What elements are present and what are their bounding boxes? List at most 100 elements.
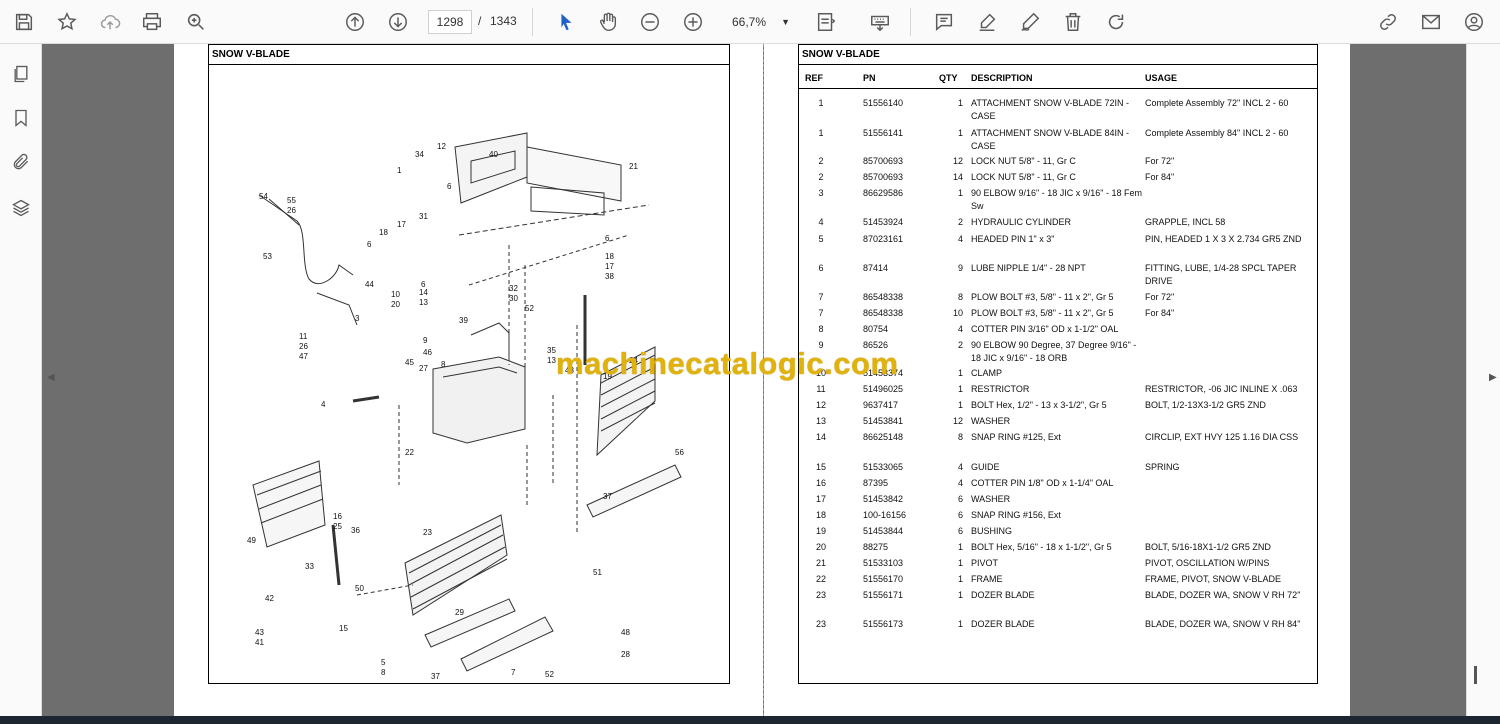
callout: 11: [299, 332, 308, 341]
cell-pn: 51453924: [863, 217, 904, 227]
layers-icon[interactable]: [9, 196, 33, 220]
cell-pn: 86625148: [863, 432, 904, 442]
cell-usage: BOLT, 5/16-18X1-1/2 GR5 ZND: [1145, 542, 1271, 552]
cell-description: ATTACHMENT SNOW V-BLADE 84IN - CASE: [971, 128, 1130, 151]
cell-pn: 51556171: [863, 590, 904, 600]
comment-icon[interactable]: [930, 8, 958, 36]
bookmark-star-icon[interactable]: [53, 8, 81, 36]
callout: 34: [415, 150, 424, 159]
zoom-select[interactable]: 66,7% ▼: [724, 10, 796, 34]
cell-qty: 6: [957, 510, 963, 520]
highlight-pen-icon[interactable]: [973, 8, 1001, 36]
redo-icon[interactable]: [1102, 8, 1130, 36]
fit-page-icon[interactable]: [812, 8, 840, 36]
cell-ref: 3: [818, 188, 824, 198]
callout: 55: [287, 196, 296, 205]
callout: 36: [351, 526, 360, 535]
header-usage: USAGE: [1145, 73, 1178, 83]
page-number-input[interactable]: 1298: [428, 10, 472, 34]
cell-usage: RESTRICTOR, -06 JIC INLINE X .063: [1145, 384, 1298, 394]
cell-qty: 1: [957, 368, 963, 378]
callout: 8: [381, 668, 386, 677]
callout: 6: [447, 182, 452, 191]
cell-pn: 86629586: [863, 188, 904, 198]
cell-ref: 22: [815, 574, 826, 584]
cursor-icon[interactable]: [552, 8, 580, 36]
bookmark-icon[interactable]: [9, 106, 33, 130]
cell-ref: 15: [815, 462, 826, 472]
cell-description: PLOW BOLT #3, 5/8" - 11 x 2", Gr 5: [971, 308, 1114, 318]
paperclip-icon[interactable]: [9, 150, 33, 174]
scrollbar-thumb[interactable]: [1474, 666, 1477, 684]
arrow-down-circle-icon[interactable]: [384, 8, 412, 36]
callout: 18: [605, 252, 614, 261]
cell-usage: PIVOT, OSCILLATION W/PINS: [1145, 558, 1270, 568]
main-toolbar: 1298 / 1343 66,7% ▼: [0, 0, 1500, 44]
hand-icon[interactable]: [594, 8, 622, 36]
cell-ref: 2: [818, 156, 824, 166]
cell-qty: 1: [957, 384, 963, 394]
cell-description: HEADED PIN 1" x 3": [971, 234, 1055, 244]
cell-ref: 23: [815, 590, 826, 600]
cell-description: SNAP RING #156, Ext: [971, 510, 1061, 520]
cell-ref: 23: [815, 619, 826, 629]
pages-icon[interactable]: [9, 62, 33, 86]
callout: 54: [259, 192, 268, 201]
mail-icon[interactable]: [1417, 8, 1445, 36]
cell-qty: 14: [952, 172, 963, 182]
callout: 40: [489, 150, 498, 159]
cell-qty: 1: [957, 574, 963, 584]
cell-usage: PIN, HEADED 1 X 3 X 2.734 GR5 ZND: [1145, 234, 1302, 244]
collapse-left-icon[interactable]: ◀: [47, 372, 55, 383]
cell-pn: 51453841: [863, 416, 904, 426]
cell-pn: 51453842: [863, 494, 904, 504]
draw-icon[interactable]: [1016, 8, 1044, 36]
callout: 17: [605, 262, 614, 271]
callout: 30: [509, 294, 518, 303]
cell-qty: 6: [957, 526, 963, 536]
cell-pn: 87414: [863, 263, 889, 273]
cell-pn: 80754: [863, 324, 889, 334]
print-icon[interactable]: [138, 8, 166, 36]
cell-qty: 4: [957, 324, 963, 334]
cell-pn: 9637417: [863, 400, 899, 410]
callout: 49: [247, 536, 256, 545]
save-icon[interactable]: [10, 8, 38, 36]
watermark-text: machinecatalogic.com: [556, 346, 899, 381]
cell-pn: 85700693: [863, 156, 904, 166]
callout: 15: [339, 624, 348, 633]
keyboard-icon[interactable]: [866, 8, 894, 36]
upload-cloud-icon[interactable]: [96, 8, 124, 36]
cell-usage: FITTING, LUBE, 1/4-28 SPCL TAPER DRIVE: [1145, 263, 1297, 286]
callout: 52: [545, 670, 554, 679]
callout: 10: [391, 290, 400, 299]
cell-ref: 7: [818, 308, 824, 318]
callout: 4: [321, 400, 326, 409]
arrow-up-circle-icon[interactable]: [341, 8, 369, 36]
collapse-right-icon[interactable]: ▶: [1489, 372, 1497, 383]
cell-ref: 4: [818, 217, 824, 227]
link-sign-icon[interactable]: [1374, 8, 1402, 36]
cell-description: WASHER: [971, 416, 1011, 426]
cell-qty: 9: [957, 263, 963, 273]
zoom-out-icon[interactable]: [636, 8, 664, 36]
zoom-in-icon[interactable]: [679, 8, 707, 36]
callout: 33: [305, 562, 314, 571]
cell-ref: 14: [815, 432, 826, 442]
cell-description: HYDRAULIC CYLINDER: [971, 217, 1072, 227]
cell-qty: 1: [957, 98, 963, 108]
callout: 47: [299, 352, 308, 361]
cell-usage: BLADE, DOZER WA, SNOW V RH 72": [1145, 590, 1301, 600]
account-icon[interactable]: [1460, 8, 1488, 36]
cell-ref: 11: [816, 384, 826, 394]
toolbar-divider: [910, 8, 911, 36]
cell-usage: For 84": [1145, 308, 1175, 318]
header-ref: REF: [805, 73, 823, 83]
trash-icon[interactable]: [1059, 8, 1087, 36]
callout: 18: [379, 228, 388, 237]
zoom-search-icon[interactable]: [182, 8, 210, 36]
cell-description: CLAMP: [971, 368, 1003, 378]
callout: 42: [265, 594, 274, 603]
callout: 41: [255, 638, 264, 647]
callout: 8: [441, 360, 446, 369]
